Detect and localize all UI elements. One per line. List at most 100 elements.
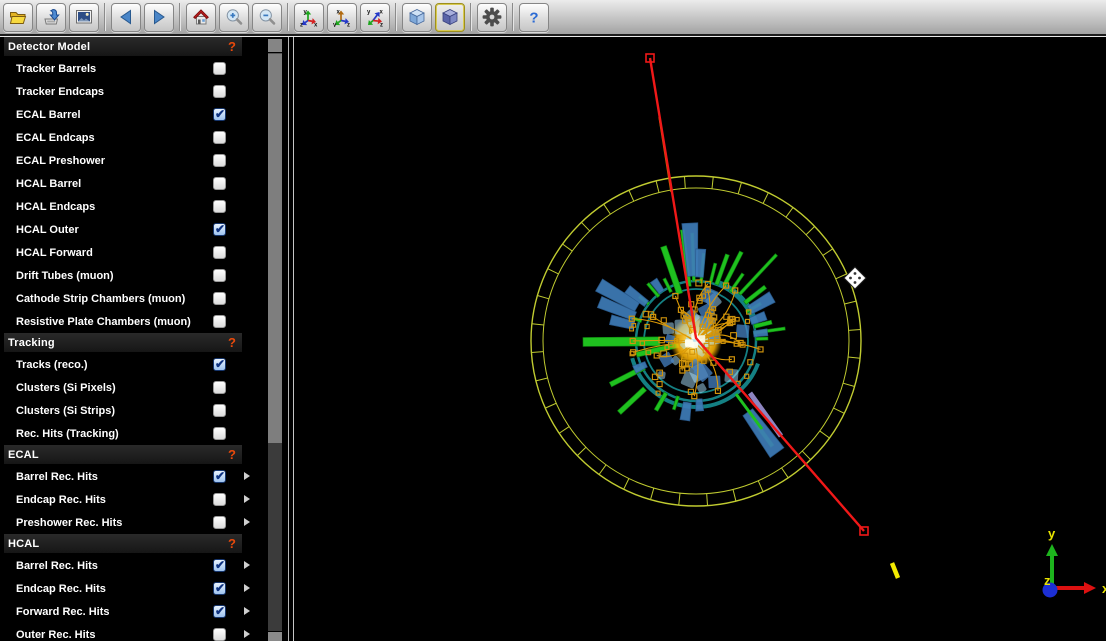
gear-icon [482,7,502,27]
unchecked-checkbox[interactable] [213,131,226,144]
unchecked-checkbox[interactable] [213,427,226,440]
checked-checkbox[interactable] [213,470,226,483]
previous-event-button[interactable] [111,3,141,32]
scroll-up-button[interactable] [268,39,282,52]
hcal-energy-spike [618,387,647,415]
collection-label: Clusters (Si Strips) [16,405,115,417]
collection-row-clusters-si-strips-: Clusters (Si Strips) [0,399,262,422]
gizmo-z-label: z [1044,573,1051,588]
hcal-outer-ring-tick [738,182,741,194]
collection-label: Barrel Rec. Hits [16,560,98,572]
collection-label: Endcap Rec. Hits [16,494,106,506]
ecal-energy-wedge [696,399,704,411]
help-button[interactable]: ? [519,3,549,32]
collection-label: Clusters (Si Pixels) [16,382,116,394]
section-header-ecal: ECAL? [4,445,242,464]
unchecked-checkbox[interactable] [213,200,226,213]
axes-yz-icon: y x z [365,7,385,27]
unchecked-checkbox[interactable] [213,315,226,328]
checked-checkbox[interactable] [213,358,226,371]
unchecked-checkbox[interactable] [213,516,226,529]
cube-light-icon [407,7,427,27]
collection-row-tracker-endcaps: Tracker Endcaps [0,80,262,103]
toolbar-group: y x zx z yy x z [294,3,390,32]
collection-row-tracks-reco-: Tracks (reco.) [0,353,262,376]
collection-row-forward-rec-hits: Forward Rec. Hits [0,600,262,623]
scrollbar-track[interactable] [268,443,282,631]
zoom-in-button[interactable] [219,3,249,32]
home-view-button[interactable] [186,3,216,32]
toolbar-group [3,3,99,32]
settings-button[interactable] [477,3,507,32]
collection-label: Endcap Rec. Hits [16,583,106,595]
expand-arrow-icon[interactable] [244,630,250,638]
svg-text:z: z [380,23,383,28]
question-icon: ? [524,7,544,27]
expand-arrow-icon[interactable] [244,607,250,615]
unchecked-checkbox[interactable] [213,62,226,75]
scroll-down-button[interactable] [268,632,282,641]
hcal-outer-ring-tick [548,269,559,274]
collection-row-tracker-barrels: Tracker Barrels [0,57,262,80]
expand-arrow-icon[interactable] [244,495,250,503]
checked-checkbox[interactable] [213,605,226,618]
3d-viewport[interactable]: y x z [294,37,1106,641]
expand-arrow-icon[interactable] [244,584,250,592]
hcal-outer-ring-tick [806,226,815,234]
screenshot-button[interactable] [69,3,99,32]
gizmo-y-axis-arrow [1046,544,1058,556]
checked-checkbox[interactable] [213,582,226,595]
collection-row-cathode-strip-chambers-muon-: Cathode Strip Chambers (muon) [0,287,262,310]
unchecked-checkbox[interactable] [213,493,226,506]
collection-row-barrel-rec-hits: Barrel Rec. Hits [0,554,262,577]
unchecked-checkbox[interactable] [213,404,226,417]
hcal-outer-ring-tick [733,489,736,501]
zoom-out-button[interactable] [252,3,282,32]
unchecked-checkbox[interactable] [213,154,226,167]
checked-checkbox[interactable] [213,559,226,572]
section-help-icon[interactable]: ? [228,336,236,349]
section-help-icon[interactable]: ? [228,448,236,461]
unchecked-checkbox[interactable] [213,246,226,259]
sidebar-scrollbar[interactable] [262,37,288,641]
collection-label: Forward Rec. Hits [16,606,110,618]
collection-label: Tracker Barrels [16,63,96,75]
hcal-outer-ring-tick [707,494,708,506]
hcal-outer-ring-tick [848,357,860,358]
unchecked-checkbox[interactable] [213,177,226,190]
gizmo-x-label: x [1102,581,1106,596]
hcal-outer-ring-tick [843,383,855,386]
unchecked-checkbox[interactable] [213,292,226,305]
hcal-outer-ring-tick [624,479,629,490]
save-button[interactable] [36,3,66,32]
unchecked-checkbox[interactable] [213,269,226,282]
move-cursor-dot [858,277,861,280]
unchecked-checkbox[interactable] [213,381,226,394]
event-display-canvas[interactable]: y x z [294,37,1106,641]
orthographic-view-button[interactable] [435,3,465,32]
next-event-button[interactable] [144,3,174,32]
hcal-outer-ring-tick [679,493,680,505]
expand-arrow-icon[interactable] [244,561,250,569]
perspective-view-button[interactable] [402,3,432,32]
view-xz-button[interactable]: x z y [327,3,357,32]
section-header-hcal: HCAL? [4,534,242,553]
checked-checkbox[interactable] [213,223,226,236]
expand-arrow-icon[interactable] [244,472,250,480]
gizmo-y-label: y [1048,526,1056,541]
view-yz-button[interactable]: y x z [360,3,390,32]
toolbar-group [477,3,507,32]
section-help-icon[interactable]: ? [228,40,236,53]
view-xy-button[interactable]: y x z [294,3,324,32]
checked-checkbox[interactable] [213,108,226,121]
expand-arrow-icon[interactable] [244,518,250,526]
unchecked-checkbox[interactable] [213,628,226,641]
hcal-outer-ring-tick [656,181,659,193]
open-file-button[interactable] [3,3,33,32]
collection-row-endcap-rec-hits: Endcap Rec. Hits [0,488,262,511]
scrollbar-thumb[interactable] [268,53,282,443]
section-help-icon[interactable]: ? [228,537,236,550]
unchecked-checkbox[interactable] [213,85,226,98]
hcal-outer-ring-tick [599,465,606,475]
collection-label: HCAL Endcaps [16,201,95,213]
